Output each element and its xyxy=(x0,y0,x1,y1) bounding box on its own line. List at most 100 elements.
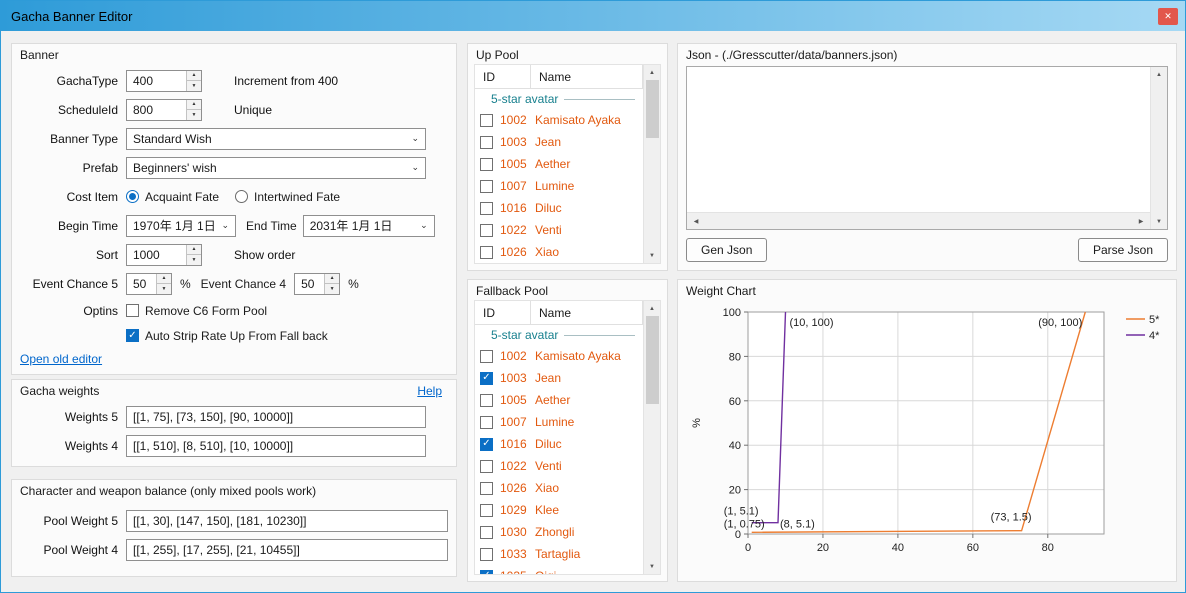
pool-row[interactable]: 1002Kamisato Ayaka xyxy=(475,345,643,367)
remove-c6-checkbox[interactable] xyxy=(126,304,139,317)
gen-json-button[interactable]: Gen Json xyxy=(686,238,767,262)
scroll-down-icon[interactable]: ▼ xyxy=(1151,214,1167,229)
row-checkbox[interactable] xyxy=(480,482,493,495)
pool-row[interactable]: 1035Qiqi xyxy=(475,565,643,574)
spin-down-icon[interactable]: ▼ xyxy=(187,109,201,120)
scroll-right-icon[interactable]: ▶ xyxy=(1135,213,1147,229)
row-checkbox[interactable] xyxy=(480,372,493,385)
row-checkbox[interactable] xyxy=(480,416,493,429)
row-checkbox[interactable] xyxy=(480,548,493,561)
scroll-up-icon[interactable]: ▲ xyxy=(644,65,660,80)
sort-value[interactable]: 1000 xyxy=(127,245,186,265)
row-checkbox[interactable] xyxy=(480,438,493,451)
fallback-pool-scrollbar[interactable]: ▲ ▼ xyxy=(643,301,660,574)
row-checkbox[interactable] xyxy=(480,526,493,539)
intertwined-fate-label[interactable]: Intertwined Fate xyxy=(254,190,340,204)
scrollbar-thumb[interactable] xyxy=(646,80,659,138)
pool-row[interactable]: 1003Jean xyxy=(475,367,643,389)
row-checkbox[interactable] xyxy=(480,136,493,149)
pool-row[interactable]: 1022Venti xyxy=(475,219,643,241)
spin-down-icon[interactable]: ▼ xyxy=(325,283,339,294)
spin-up-icon[interactable]: ▲ xyxy=(187,245,201,255)
spin-down-icon[interactable]: ▼ xyxy=(157,283,171,294)
column-header-id[interactable]: ID xyxy=(475,65,531,88)
begin-time-picker[interactable]: 1970年 1月 1日 ⌄ xyxy=(126,215,236,237)
spin-up-icon[interactable]: ▲ xyxy=(187,100,201,110)
acquaint-fate-radio[interactable] xyxy=(126,190,139,203)
row-checkbox[interactable] xyxy=(480,114,493,127)
row-checkbox[interactable] xyxy=(480,570,493,575)
event-chance-4-value[interactable]: 50 xyxy=(295,274,324,294)
column-header-id[interactable]: ID xyxy=(475,301,531,324)
open-old-editor-link[interactable]: Open old editor xyxy=(20,352,102,366)
json-content[interactable] xyxy=(687,67,1150,212)
pool-row[interactable]: 1030Zhongli xyxy=(475,521,643,543)
json-textarea[interactable]: ◀ ▶ ▲ ▼ xyxy=(686,66,1168,230)
event-chance-4-stepper[interactable]: ▲ ▼ xyxy=(324,274,339,294)
event-chance-4-input[interactable]: 50 ▲ ▼ xyxy=(294,273,340,295)
gachatype-value[interactable]: 400 xyxy=(127,71,186,91)
scroll-up-icon[interactable]: ▲ xyxy=(644,301,660,316)
pool-weight4-input[interactable]: [[1, 255], [17, 255], [21, 10455]] xyxy=(126,539,448,561)
remove-c6-label[interactable]: Remove C6 Form Pool xyxy=(145,304,267,318)
scroll-up-icon[interactable]: ▲ xyxy=(1151,67,1167,82)
gachatype-stepper[interactable]: ▲ ▼ xyxy=(186,71,201,91)
pool-row[interactable]: 1026Xiao xyxy=(475,241,643,263)
prefab-select[interactable]: Beginners' wish ⌄ xyxy=(126,157,426,179)
event-chance-5-stepper[interactable]: ▲ ▼ xyxy=(156,274,171,294)
scheduleid-input[interactable]: 800 ▲ ▼ xyxy=(126,99,202,121)
spin-down-icon[interactable]: ▼ xyxy=(187,254,201,265)
pool-row[interactable]: 1022Venti xyxy=(475,455,643,477)
weights4-input[interactable]: [[1, 510], [8, 510], [10, 10000]] xyxy=(126,435,426,457)
scheduleid-stepper[interactable]: ▲ ▼ xyxy=(186,100,201,120)
row-checkbox[interactable] xyxy=(480,394,493,407)
pool-row[interactable]: 1007Lumine xyxy=(475,411,643,433)
row-checkbox[interactable] xyxy=(480,158,493,171)
spin-down-icon[interactable]: ▼ xyxy=(187,80,201,91)
row-checkbox[interactable] xyxy=(480,202,493,215)
pool-row[interactable]: 1033Tartaglia xyxy=(475,543,643,565)
spin-up-icon[interactable]: ▲ xyxy=(157,274,171,284)
event-chance-5-value[interactable]: 50 xyxy=(127,274,156,294)
sort-stepper[interactable]: ▲ ▼ xyxy=(186,245,201,265)
scrollbar-thumb[interactable] xyxy=(646,316,659,404)
row-checkbox[interactable] xyxy=(480,504,493,517)
pool-row[interactable]: 1016Diluc xyxy=(475,197,643,219)
pool-row[interactable]: 1005Aether xyxy=(475,389,643,411)
acquaint-fate-label[interactable]: Acquaint Fate xyxy=(145,190,219,204)
event-chance-5-input[interactable]: 50 ▲ ▼ xyxy=(126,273,172,295)
pool-row[interactable]: 1026Xiao xyxy=(475,477,643,499)
pool-row[interactable]: 1007Lumine xyxy=(475,175,643,197)
pool-weight5-input[interactable]: [[1, 30], [147, 150], [181, 10230]] xyxy=(126,510,448,532)
column-header-name[interactable]: Name xyxy=(531,301,643,324)
row-checkbox[interactable] xyxy=(480,246,493,259)
pool-row[interactable]: 1016Diluc xyxy=(475,433,643,455)
row-checkbox[interactable] xyxy=(480,350,493,363)
row-checkbox[interactable] xyxy=(480,180,493,193)
up-pool-scrollbar[interactable]: ▲ ▼ xyxy=(643,65,660,263)
intertwined-fate-radio[interactable] xyxy=(235,190,248,203)
auto-strip-label[interactable]: Auto Strip Rate Up From Fall back xyxy=(145,329,328,343)
scroll-down-icon[interactable]: ▼ xyxy=(644,248,660,263)
scroll-down-icon[interactable]: ▼ xyxy=(644,559,660,574)
titlebar[interactable]: Gacha Banner Editor ✕ xyxy=(1,1,1185,31)
end-time-picker[interactable]: 2031年 1月 1日 ⌄ xyxy=(303,215,435,237)
spin-up-icon[interactable]: ▲ xyxy=(187,71,201,81)
pool-row[interactable]: 1002Kamisato Ayaka xyxy=(475,109,643,131)
gachatype-input[interactable]: 400 ▲ ▼ xyxy=(126,70,202,92)
auto-strip-checkbox[interactable] xyxy=(126,329,139,342)
row-checkbox[interactable] xyxy=(480,460,493,473)
parse-json-button[interactable]: Parse Json xyxy=(1078,238,1168,262)
help-link[interactable]: Help xyxy=(417,384,442,398)
json-v-scrollbar[interactable]: ▲ ▼ xyxy=(1150,67,1167,229)
spin-up-icon[interactable]: ▲ xyxy=(325,274,339,284)
sort-input[interactable]: 1000 ▲ ▼ xyxy=(126,244,202,266)
scheduleid-value[interactable]: 800 xyxy=(127,100,186,120)
pool-row[interactable]: 1005Aether xyxy=(475,153,643,175)
column-header-name[interactable]: Name xyxy=(531,65,643,88)
scroll-left-icon[interactable]: ◀ xyxy=(690,213,702,229)
weights5-input[interactable]: [[1, 75], [73, 150], [90, 10000]] xyxy=(126,406,426,428)
pool-row[interactable]: 1003Jean xyxy=(475,131,643,153)
row-checkbox[interactable] xyxy=(480,224,493,237)
json-h-scrollbar[interactable]: ◀ ▶ xyxy=(687,212,1150,229)
